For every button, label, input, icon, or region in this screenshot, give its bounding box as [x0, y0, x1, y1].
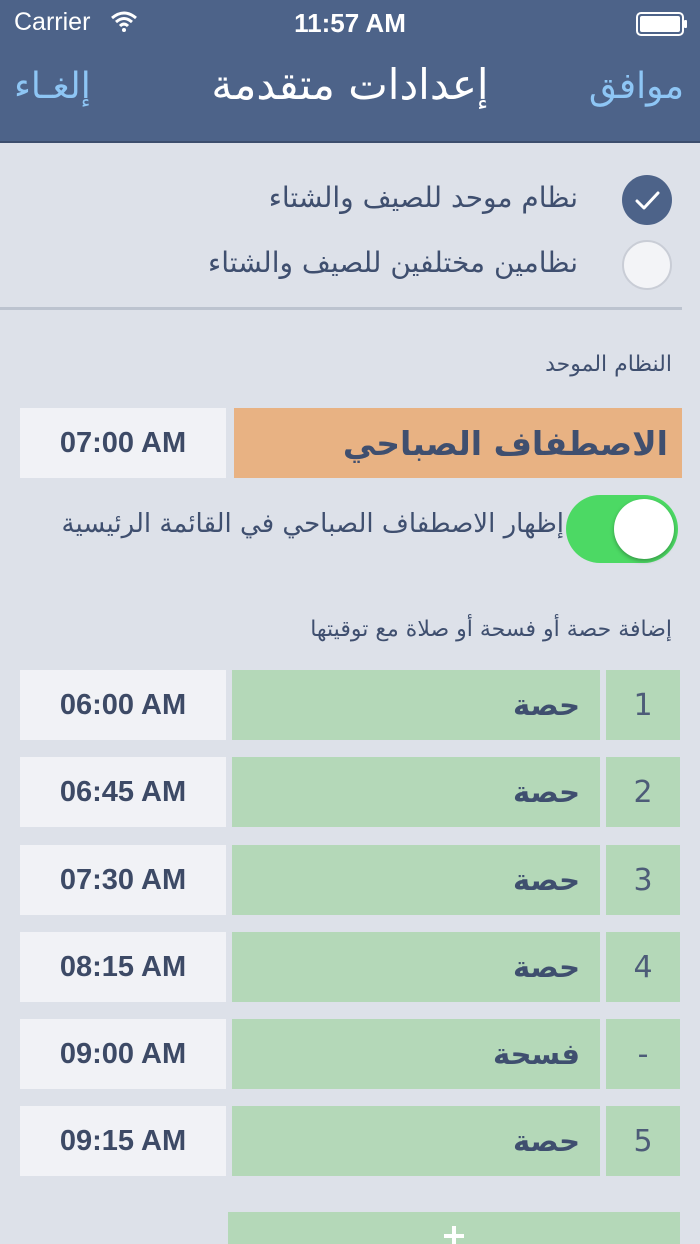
radio-circle-icon[interactable]	[622, 240, 672, 290]
row-name-field[interactable]: حصة	[232, 845, 600, 915]
unified-section-label: النظام الموحد	[545, 352, 672, 377]
row-time-field[interactable]: 09:00 AM	[20, 1019, 226, 1089]
row-number: 1	[606, 670, 680, 740]
row-time-field[interactable]: 06:00 AM	[20, 670, 226, 740]
row-name-field[interactable]: حصة	[232, 670, 600, 740]
row-time-field[interactable]: 08:15 AM	[20, 932, 226, 1002]
ok-button[interactable]: موافق	[589, 66, 684, 107]
row-time-field[interactable]: 07:30 AM	[20, 845, 226, 915]
row-name-field[interactable]: حصة	[232, 757, 600, 827]
row-name-field[interactable]: فسحة	[232, 1019, 600, 1089]
divider	[0, 307, 682, 310]
morning-assembly-field[interactable]: الاصطفاف الصباحي	[234, 408, 682, 478]
battery-icon	[636, 12, 687, 36]
row-time-field[interactable]: 09:15 AM	[20, 1106, 226, 1176]
row-name-field[interactable]: حصة	[232, 932, 600, 1002]
row-name-field[interactable]: حصة	[232, 1106, 600, 1176]
option-separate-systems[interactable]: نظامين مختلفين للصيف والشتاء	[72, 240, 672, 290]
row-number: 2	[606, 757, 680, 827]
show-morning-toggle[interactable]	[566, 495, 678, 563]
status-bar: Carrier 11:57 AM	[0, 0, 700, 48]
option-label: نظام موحد للصيف والشتاء	[268, 181, 578, 214]
morning-time-field[interactable]: 07:00 AM	[20, 408, 226, 478]
row-number: 5	[606, 1106, 680, 1176]
option-unified-system[interactable]: نظام موحد للصيف والشتاء	[72, 175, 672, 225]
checkmark-icon[interactable]	[622, 175, 672, 225]
option-label: نظامين مختلفين للصيف والشتاء	[208, 246, 578, 279]
add-item-button[interactable]	[228, 1212, 680, 1244]
schedule-section-label: إضافة حصة أو فسحة أو صلاة مع توقيتها	[310, 617, 672, 642]
row-time-field[interactable]: 06:45 AM	[20, 757, 226, 827]
status-time: 11:57 AM	[294, 8, 406, 38]
row-number: 4	[606, 932, 680, 1002]
toggle-knob	[614, 499, 674, 559]
navigation-bar: Carrier 11:57 AM إلغـاء إعدادات متقدمة م…	[0, 0, 700, 143]
row-number: 3	[606, 845, 680, 915]
toggle-label: إظهار الاصطفاف الصباحي في القائمة الرئيس…	[61, 509, 564, 539]
plus-icon	[444, 1226, 464, 1244]
row-number: -	[606, 1019, 680, 1089]
